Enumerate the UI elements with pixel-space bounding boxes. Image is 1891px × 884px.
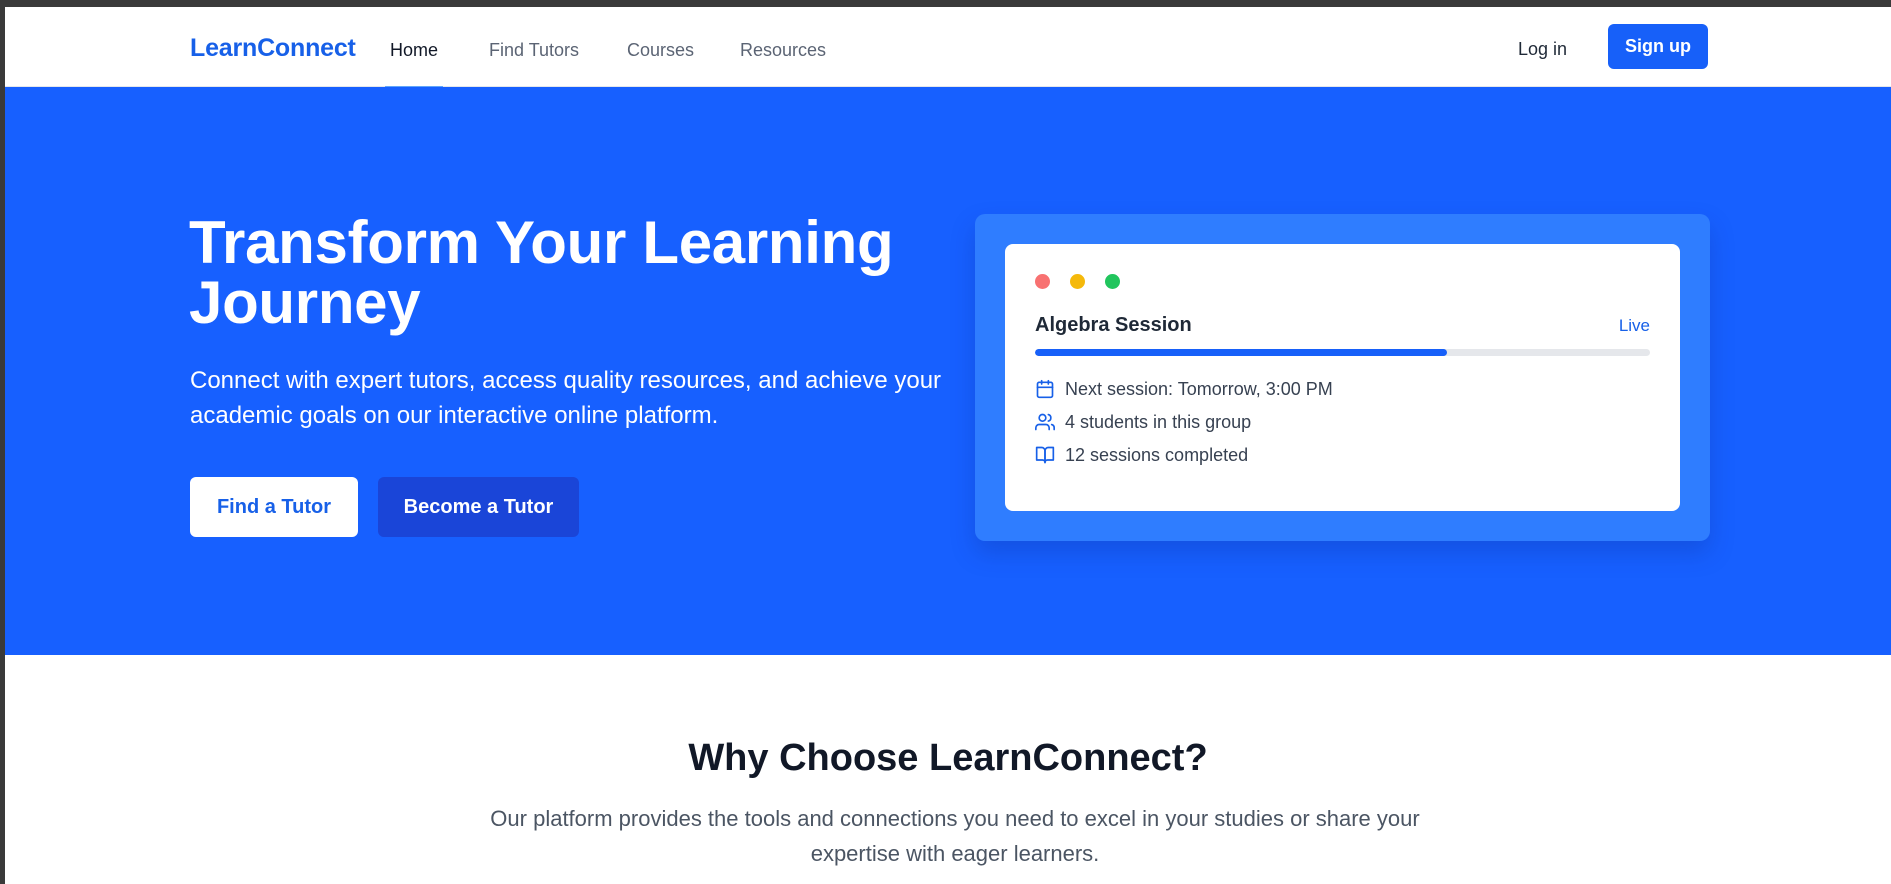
session-title: Algebra Session xyxy=(1035,314,1192,336)
nav-link-find-tutors[interactable]: Find Tutors xyxy=(489,40,579,87)
brand-logo[interactable]: LearnConnect xyxy=(190,34,356,63)
signup-button[interactable]: Sign up xyxy=(1608,24,1708,69)
session-card-frame: Algebra Session Live Next session: Tomor… xyxy=(975,214,1710,541)
why-section-subtitle: Our platform provides the tools and conn… xyxy=(490,806,1420,866)
session-info-completed: 12 sessions completed xyxy=(1035,443,1248,467)
live-status-badge: Live xyxy=(1618,316,1650,335)
calendar-icon xyxy=(1036,379,1054,399)
session-info-text: 4 students in this group xyxy=(1065,411,1252,432)
become-tutor-button[interactable]: Become a Tutor xyxy=(378,477,579,537)
session-info-text: 12 sessions completed xyxy=(1065,444,1249,465)
nav-link-home[interactable]: Home xyxy=(384,40,444,88)
session-info-next: Next session: Tomorrow, 3:00 PM xyxy=(1035,377,1333,401)
session-progress-bar xyxy=(1035,349,1650,356)
session-info-text: Next session: Tomorrow, 3:00 PM xyxy=(1065,378,1333,399)
nav-link-resources[interactable]: Resources xyxy=(740,40,826,87)
hero-title: Transform Your Learning Journey xyxy=(189,209,894,336)
top-navbar: LearnConnect Home Find Tutors Courses Re… xyxy=(5,7,1891,88)
find-tutor-button[interactable]: Find a Tutor xyxy=(190,477,358,537)
session-info-students: 4 students in this group xyxy=(1035,410,1251,434)
users-icon xyxy=(1035,413,1055,431)
session-card: Algebra Session Live Next session: Tomor… xyxy=(1005,244,1680,511)
why-section-title: Why Choose LearnConnect? xyxy=(688,737,1208,779)
window-dot-red-icon xyxy=(1035,274,1050,289)
session-progress-fill xyxy=(1035,349,1448,356)
book-open-icon xyxy=(1035,446,1055,464)
window-dot-yellow-icon xyxy=(1070,274,1085,289)
nav-link-courses[interactable]: Courses xyxy=(627,40,694,87)
browser-window: LearnConnect Home Find Tutors Courses Re… xyxy=(5,7,1891,884)
hero-subtitle: Connect with expert tutors, access quali… xyxy=(190,367,942,429)
hero-section: Transform Your Learning Journey Connect … xyxy=(5,87,1891,655)
login-link[interactable]: Log in xyxy=(1518,39,1567,60)
window-dot-green-icon xyxy=(1105,274,1120,289)
